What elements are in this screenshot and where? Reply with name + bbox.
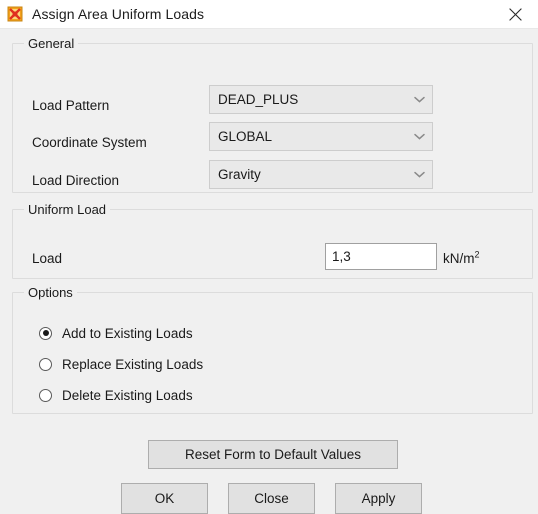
radio-delete-existing-loads[interactable]: Delete Existing Loads — [39, 386, 193, 404]
radio-delete-existing-loads-label: Delete Existing Loads — [62, 387, 193, 403]
radio-add-to-existing-loads[interactable]: Add to Existing Loads — [39, 324, 193, 342]
radio-button-icon — [39, 357, 52, 371]
general-group-title: General — [24, 36, 79, 51]
radio-add-to-existing-loads-label: Add to Existing Loads — [62, 325, 193, 341]
radio-button-icon — [39, 326, 52, 340]
load-unit-exponent: 2 — [474, 249, 480, 260]
title-bar: Assign Area Uniform Loads — [0, 0, 538, 29]
load-direction-label: Load Direction — [32, 173, 120, 188]
sap-area-load-icon — [7, 6, 23, 22]
radio-replace-existing-loads[interactable]: Replace Existing Loads — [39, 355, 203, 373]
radio-button-icon — [39, 388, 52, 402]
load-pattern-label: Load Pattern — [32, 98, 110, 113]
window-title: Assign Area Uniform Loads — [32, 6, 205, 22]
radio-replace-existing-loads-label: Replace Existing Loads — [62, 356, 204, 372]
load-pattern-value: DEAD_PLUS — [218, 92, 299, 107]
apply-button[interactable]: Apply — [335, 483, 422, 514]
coordinate-system-value: GLOBAL — [218, 129, 273, 144]
load-label: Load — [32, 251, 63, 266]
close-button[interactable]: Close — [228, 483, 315, 514]
coordinate-system-label: Coordinate System — [32, 135, 147, 150]
load-input[interactable]: 1,3 — [325, 243, 437, 270]
options-group-title: Options — [24, 285, 77, 300]
uniform-load-group-title: Uniform Load — [24, 202, 111, 217]
close-icon[interactable] — [493, 0, 538, 29]
load-unit-label: kN/m2 — [443, 249, 480, 266]
chevron-down-icon — [406, 171, 432, 178]
load-unit-main: kN/m — [443, 251, 475, 266]
ok-button[interactable]: OK — [121, 483, 208, 514]
uniform-load-group: Uniform Load — [12, 202, 533, 279]
reset-form-button[interactable]: Reset Form to Default Values — [148, 440, 398, 469]
coordinate-system-combo[interactable]: GLOBAL — [209, 122, 433, 151]
chevron-down-icon — [406, 96, 432, 103]
chevron-down-icon — [406, 133, 432, 140]
load-input-value: 1,3 — [332, 249, 351, 264]
dialog-body: General Load Pattern DEAD_PLUS Coordinat… — [0, 29, 538, 514]
load-direction-combo[interactable]: Gravity — [209, 160, 433, 189]
load-pattern-combo[interactable]: DEAD_PLUS — [209, 85, 433, 114]
load-direction-value: Gravity — [218, 167, 261, 182]
